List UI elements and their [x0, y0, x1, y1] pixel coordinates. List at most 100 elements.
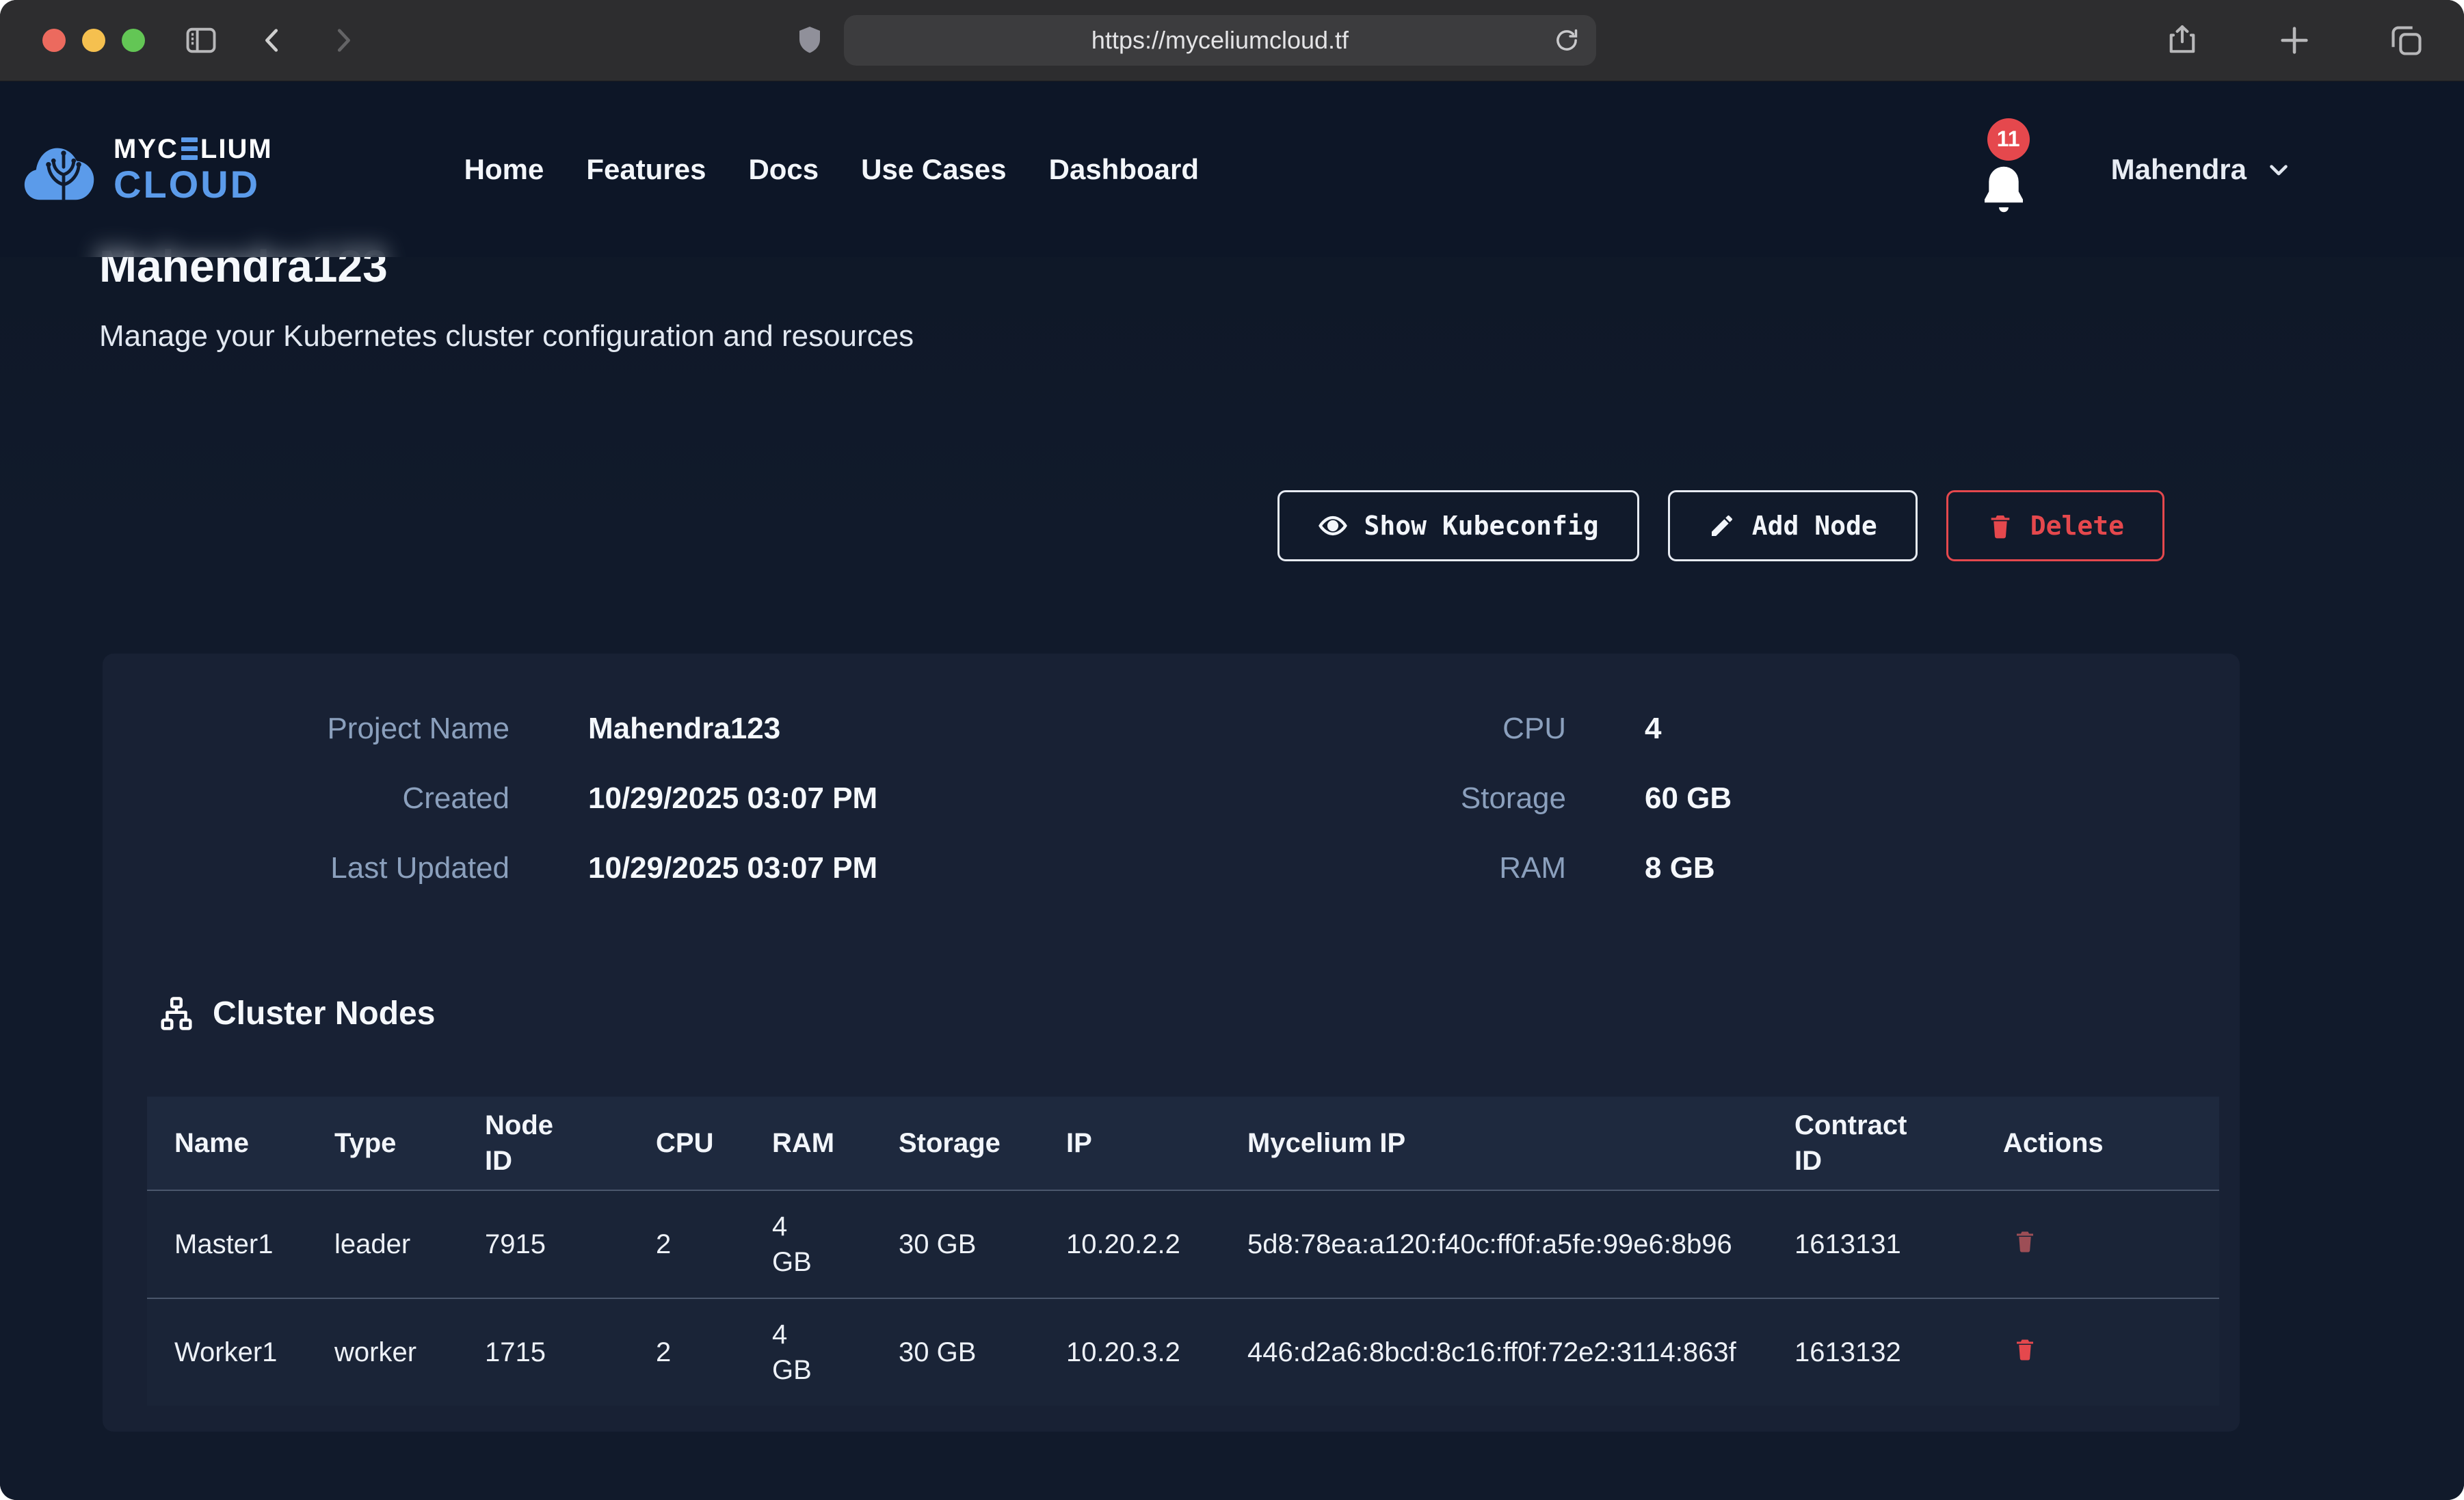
table-row: Master1 leader 7915 2 4 GB 30 GB 10.20.2… [147, 1190, 2219, 1298]
nav-item-use-cases[interactable]: Use Cases [861, 153, 1006, 186]
column-header-type: Type [318, 1097, 468, 1190]
info-row: Project Name Mahendra123 [147, 712, 1183, 746]
trash-icon [2013, 1337, 2037, 1361]
info-value: 10/29/2025 03:07 PM [588, 781, 877, 816]
reload-icon[interactable] [1552, 26, 1581, 55]
delete-label: Delete [2030, 511, 2124, 541]
nav-item-features[interactable]: Features [586, 153, 706, 186]
tab-overview-icon[interactable] [2389, 23, 2424, 58]
cell-ram: 4 GB [756, 1190, 882, 1298]
blurred-title-ghost: Mahendra123 [97, 237, 386, 257]
cell-storage: 30 GB [882, 1298, 1050, 1406]
zoom-window-button[interactable] [122, 29, 145, 52]
cluster-details-card: Project Name Mahendra123 Created 10/29/2… [103, 654, 2240, 1432]
delete-node-button[interactable] [2013, 1337, 2037, 1363]
site-viewport: Mahendra123 Manage your Kubernetes clust… [0, 81, 2464, 1500]
info-label: Project Name [147, 712, 509, 746]
browser-window: https://myceliumcloud.tf Mahendra123 Man… [0, 0, 2464, 1500]
url-text: https://myceliumcloud.tf [1091, 26, 1349, 55]
traffic-lights [42, 29, 145, 52]
close-window-button[interactable] [42, 29, 66, 52]
browser-chrome: https://myceliumcloud.tf [0, 0, 2464, 81]
nav-item-dashboard[interactable]: Dashboard [1049, 153, 1199, 186]
back-icon[interactable] [257, 25, 289, 56]
logo-lium: LIUM [200, 135, 273, 163]
cluster-nodes-icon [158, 995, 195, 1032]
nav-item-home[interactable]: Home [464, 153, 544, 186]
user-name: Mahendra [2111, 153, 2247, 186]
cell-contract-id: 1613132 [1778, 1298, 1987, 1406]
column-header-storage: Storage [882, 1097, 1050, 1190]
cell-contract-id: 1613131 [1778, 1190, 1987, 1298]
pencil-icon [1708, 512, 1736, 539]
minimize-window-button[interactable] [82, 29, 105, 52]
info-value: Mahendra123 [588, 712, 780, 746]
logo-text: MYC LIUM CLOUD [114, 135, 273, 204]
cell-name: Master1 [147, 1190, 318, 1298]
info-label: Created [147, 781, 509, 816]
show-kubeconfig-button[interactable]: Show Kubeconfig [1277, 490, 1639, 561]
column-header-mycelium-ip: Mycelium IP [1231, 1097, 1778, 1190]
info-label: RAM [1183, 851, 1566, 885]
cell-mycelium-ip: 446:d2a6:8bcd:8c16:ff0f:72e2:3114:863f [1231, 1298, 1778, 1406]
eye-icon [1318, 511, 1348, 541]
address-bar[interactable]: https://myceliumcloud.tf [844, 15, 1596, 66]
logo-myc: MYC [114, 135, 178, 163]
cell-node-id: 1715 [468, 1298, 639, 1406]
show-kubeconfig-label: Show Kubeconfig [1364, 511, 1599, 541]
cell-ram: 4 GB [756, 1298, 882, 1406]
delete-node-button[interactable] [2013, 1229, 2037, 1255]
page-content: Mahendra123 Manage your Kubernetes clust… [0, 81, 2464, 1500]
column-header-name: Name [147, 1097, 318, 1190]
column-header-node-id: Node ID [468, 1097, 639, 1190]
cell-ip: 10.20.2.2 [1050, 1190, 1231, 1298]
forward-icon[interactable] [327, 25, 358, 56]
info-row: Created 10/29/2025 03:07 PM [147, 781, 1183, 816]
logo-e-bars-icon [181, 137, 198, 160]
privacy-shield-icon [793, 24, 826, 57]
cell-type: leader [318, 1190, 468, 1298]
nav-item-docs[interactable]: Docs [748, 153, 819, 186]
cell-actions [1987, 1190, 2219, 1298]
column-header-ram: RAM [756, 1097, 882, 1190]
cluster-actions: Show Kubeconfig Add Node Delete [1277, 490, 2164, 561]
new-tab-icon[interactable] [2277, 23, 2312, 58]
cluster-nodes-header: Cluster Nodes [158, 995, 2219, 1032]
bell-icon [1975, 158, 2032, 221]
chevron-down-icon [2264, 155, 2293, 184]
trash-icon [2013, 1229, 2037, 1253]
info-value: 4 [1645, 712, 1661, 746]
info-row: RAM 8 GB [1183, 851, 2219, 885]
info-label: CPU [1183, 712, 1566, 746]
cell-mycelium-ip: 5d8:78ea:a120:f40c:ff0f:a5fe:99e6:8b96 [1231, 1190, 1778, 1298]
cell-actions [1987, 1298, 2219, 1406]
cell-cpu: 2 [639, 1298, 756, 1406]
sidebar-toggle-icon[interactable] [183, 23, 219, 58]
info-row: CPU 4 [1183, 712, 2219, 746]
info-label: Last Updated [147, 851, 509, 885]
mycelium-cloud-logo[interactable]: MYC LIUM CLOUD [23, 135, 273, 204]
info-row: Storage 60 GB [1183, 781, 2219, 816]
table-row: Worker1 worker 1715 2 4 GB 30 GB 10.20.3… [147, 1298, 2219, 1406]
cluster-nodes-table: Name Type Node ID CPU RAM Storage IP Myc… [147, 1097, 2219, 1406]
cell-name: Worker1 [147, 1298, 318, 1406]
column-header-contract-id: Contract ID [1778, 1097, 1987, 1190]
info-value: 10/29/2025 03:07 PM [588, 851, 877, 885]
cell-ip: 10.20.3.2 [1050, 1298, 1231, 1406]
user-menu[interactable]: Mahendra [2111, 153, 2293, 186]
cell-storage: 30 GB [882, 1190, 1050, 1298]
info-row: Last Updated 10/29/2025 03:07 PM [147, 851, 1183, 885]
project-info: Project Name Mahendra123 Created 10/29/2… [147, 712, 2219, 921]
cloud-logo-icon [23, 137, 104, 202]
share-icon[interactable] [2164, 23, 2200, 58]
notification-badge: 11 [1987, 118, 2030, 161]
cell-cpu: 2 [639, 1190, 756, 1298]
delete-cluster-button[interactable]: Delete [1946, 490, 2164, 561]
cell-node-id: 7915 [468, 1190, 639, 1298]
notifications-button[interactable]: 11 [1971, 118, 2036, 221]
site-navbar: Mahendra123 [0, 81, 2464, 257]
logo-cloud: CLOUD [114, 165, 273, 204]
column-header-cpu: CPU [639, 1097, 756, 1190]
add-node-button[interactable]: Add Node [1668, 490, 1918, 561]
cell-type: worker [318, 1298, 468, 1406]
